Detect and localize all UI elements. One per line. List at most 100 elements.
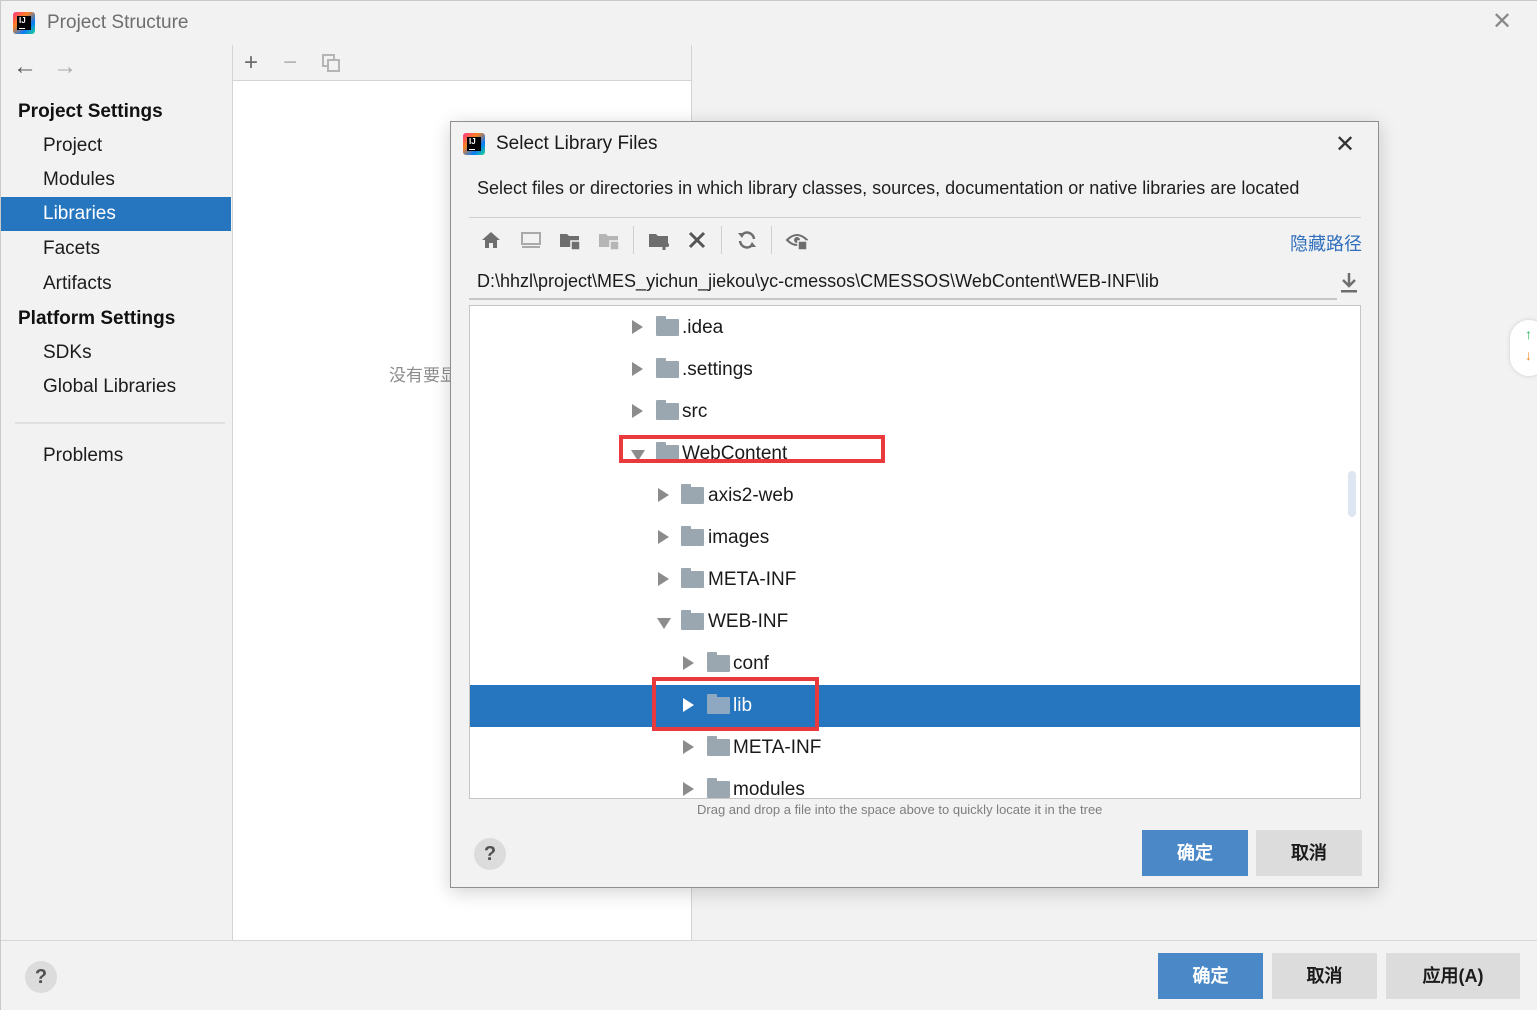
tree-row-label: conf	[733, 653, 769, 674]
tree-row-selected[interactable]: lib	[470, 685, 1360, 727]
arrow-up-icon: ↑	[1525, 326, 1532, 342]
folder-icon	[707, 652, 730, 672]
nav-item-libraries[interactable]: Libraries	[1, 197, 231, 231]
tree-row[interactable]: axis2-web	[470, 475, 1360, 517]
home-icon[interactable]	[479, 228, 503, 252]
dialog-description: Select files or directories in which lib…	[477, 178, 1300, 198]
left-navigation: ← → Project Settings Project Modules Lib…	[1, 45, 232, 940]
tree-row-label: WebContent	[682, 443, 788, 464]
ok-button[interactable]: 确定	[1158, 953, 1263, 999]
remove-library-button[interactable]: −	[283, 49, 297, 77]
folder-icon	[681, 568, 704, 588]
show-hidden-icon[interactable]	[785, 228, 809, 252]
nav-item-modules[interactable]: Modules	[1, 163, 231, 197]
tree-row[interactable]: META-INF	[470, 559, 1360, 601]
title-bar: IJ Project Structure ✕	[1, 1, 1537, 45]
tree-row[interactable]: META-INF	[470, 727, 1360, 769]
tree-row[interactable]: WEB-INF	[470, 601, 1360, 643]
download-icon[interactable]	[1337, 270, 1361, 296]
dialog-divider	[469, 217, 1361, 218]
help-button[interactable]: ?	[25, 961, 57, 993]
window-title: Project Structure	[47, 12, 189, 33]
tree-row[interactable]: src	[470, 391, 1360, 433]
path-input[interactable]: D:\hhzl\project\MES_yichun_jiekou\yc-cme…	[469, 266, 1337, 300]
tree-row-label: src	[682, 401, 708, 422]
nav-item-artifacts[interactable]: Artifacts	[1, 267, 231, 301]
forward-arrow-icon[interactable]: →	[53, 53, 77, 81]
toolbar-separator	[721, 226, 722, 254]
dialog-ok-button[interactable]: 确定	[1142, 830, 1248, 876]
tree-row-label: WEB-INF	[708, 611, 789, 632]
folder-icon	[681, 526, 704, 546]
project-folder-icon[interactable]	[558, 228, 582, 252]
tree-row-label: modules	[733, 779, 805, 799]
tree-row-label: META-INF	[708, 569, 797, 590]
dialog-close-button[interactable]: ✕	[1331, 131, 1359, 159]
new-folder-icon[interactable]	[647, 228, 671, 252]
folder-icon	[681, 484, 704, 504]
folder-icon	[656, 316, 679, 336]
nav-divider	[15, 422, 225, 424]
expand-arrow-icon[interactable]	[658, 572, 669, 586]
expand-arrow-icon[interactable]	[683, 740, 694, 754]
dialog-help-button[interactable]: ?	[474, 838, 506, 870]
expand-arrow-icon[interactable]	[683, 698, 694, 712]
drag-drop-hint: Drag and drop a file into the space abov…	[697, 802, 1103, 817]
collapse-arrow-icon[interactable]	[631, 450, 645, 461]
tree-row[interactable]: .idea	[470, 307, 1360, 349]
apply-button[interactable]: 应用(A)	[1386, 953, 1520, 999]
refresh-icon[interactable]	[735, 228, 759, 252]
tree-row-label: .idea	[682, 317, 724, 338]
nav-item-problems[interactable]: Problems	[1, 439, 231, 473]
folder-tree[interactable]: .idea .settings src WebContent axis2-web…	[469, 305, 1361, 799]
tree-row-label: lib	[733, 695, 753, 716]
tree-row[interactable]: WebContent	[470, 433, 1360, 475]
expand-arrow-icon[interactable]	[632, 362, 643, 376]
expand-arrow-icon[interactable]	[683, 782, 694, 796]
tree-row[interactable]: conf	[470, 643, 1360, 685]
intellij-logo-icon: IJ	[463, 133, 485, 155]
dialog-cancel-button[interactable]: 取消	[1256, 830, 1362, 876]
tree-row[interactable]: images	[470, 517, 1360, 559]
folder-icon	[681, 610, 704, 630]
hide-path-link[interactable]: 隐藏路径	[1290, 230, 1362, 256]
expand-arrow-icon[interactable]	[658, 530, 669, 544]
tree-row[interactable]: modules	[470, 769, 1360, 799]
expand-arrow-icon[interactable]	[658, 488, 669, 502]
expand-arrow-icon[interactable]	[632, 404, 643, 418]
back-arrow-icon[interactable]: ←	[13, 53, 37, 81]
tree-scrollbar[interactable]	[1348, 471, 1356, 517]
empty-state-text: 没有要显	[389, 366, 457, 385]
window-close-button[interactable]: ✕	[1489, 9, 1515, 35]
dialog-title: Select Library Files	[496, 133, 658, 154]
folder-icon	[707, 778, 730, 798]
arrow-down-icon: ↓	[1525, 347, 1532, 363]
collapse-arrow-icon[interactable]	[657, 618, 671, 629]
file-chooser-toolbar	[469, 222, 1361, 260]
tree-row-label: axis2-web	[708, 485, 794, 506]
folder-icon	[707, 694, 730, 714]
expand-arrow-icon[interactable]	[683, 656, 694, 670]
libraries-toolbar: + −	[233, 45, 691, 81]
select-library-files-dialog: IJ Select Library Files ✕ Select files o…	[450, 121, 1379, 888]
nav-item-facets[interactable]: Facets	[1, 232, 231, 266]
expand-arrow-icon[interactable]	[632, 320, 643, 334]
nav-item-project[interactable]: Project	[1, 129, 231, 163]
module-folder-icon[interactable]	[597, 228, 621, 252]
section-heading-project-settings: Project Settings	[18, 101, 163, 122]
copy-library-icon[interactable]	[321, 53, 341, 73]
cancel-button[interactable]: 取消	[1272, 953, 1377, 999]
nav-item-global-libraries[interactable]: Global Libraries	[1, 370, 231, 404]
delete-icon[interactable]	[685, 228, 709, 252]
toolbar-separator	[771, 226, 772, 254]
folder-icon	[656, 358, 679, 378]
desktop-icon[interactable]	[519, 228, 543, 252]
tree-row-label: images	[708, 527, 770, 548]
toolbar-separator	[633, 226, 634, 254]
tree-row[interactable]: .settings	[470, 349, 1360, 391]
path-text: D:\hhzl\project\MES_yichun_jiekou\yc-cme…	[477, 271, 1159, 291]
nav-item-sdks[interactable]: SDKs	[1, 336, 231, 370]
scroll-indicator[interactable]: ↑ ↓	[1509, 319, 1537, 377]
section-heading-platform-settings: Platform Settings	[18, 308, 176, 329]
add-library-button[interactable]: +	[244, 49, 258, 77]
